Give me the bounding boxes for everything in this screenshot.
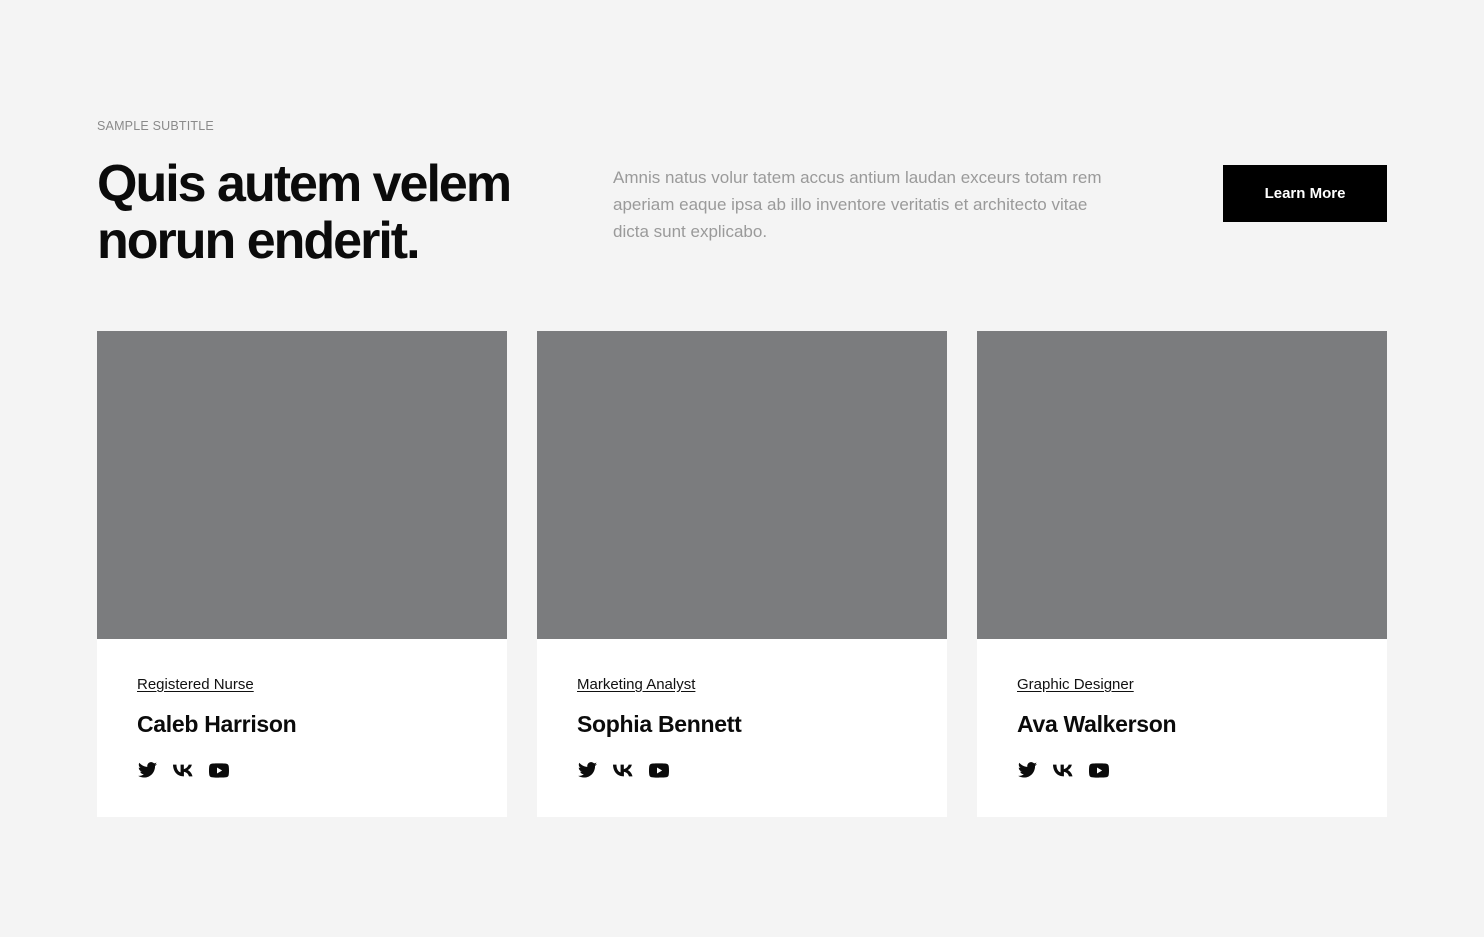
team-member-photo	[97, 331, 507, 639]
twitter-icon[interactable]	[137, 760, 157, 780]
youtube-icon[interactable]	[1089, 760, 1109, 780]
page-title-line-2: norun enderit.	[97, 212, 421, 270]
page-title: Quis autem velem norun enderit.	[97, 156, 577, 270]
team-member-photo	[537, 331, 947, 639]
social-links	[137, 760, 467, 780]
learn-more-button[interactable]: Learn More	[1223, 165, 1387, 222]
team-card-body: Registered Nurse Caleb Harrison	[97, 639, 507, 780]
vk-icon[interactable]	[1053, 760, 1073, 780]
team-member-photo	[977, 331, 1387, 639]
team-member-name: Sophia Bennett	[577, 711, 742, 737]
youtube-icon[interactable]	[209, 760, 229, 780]
team-member-name: Caleb Harrison	[137, 711, 297, 737]
social-links	[577, 760, 907, 780]
team-cards: Registered Nurse Caleb Harrison Marketin…	[97, 331, 1387, 817]
subtitle: SAMPLE SUBTITLE	[97, 119, 214, 133]
team-card: Marketing Analyst Sophia Bennett	[537, 331, 947, 817]
vk-icon[interactable]	[613, 760, 633, 780]
youtube-icon[interactable]	[649, 760, 669, 780]
team-member-role-link[interactable]: Graphic Designer	[1017, 676, 1134, 693]
team-member-role-link[interactable]: Registered Nurse	[137, 676, 254, 693]
team-member-name: Ava Walkerson	[1017, 711, 1177, 737]
social-links	[1017, 760, 1347, 780]
vk-icon[interactable]	[173, 760, 193, 780]
page-title-line-1: Quis autem velem	[97, 155, 512, 213]
twitter-icon[interactable]	[577, 760, 597, 780]
team-card: Graphic Designer Ava Walkerson	[977, 331, 1387, 817]
team-card-body: Graphic Designer Ava Walkerson	[977, 639, 1387, 780]
team-card: Registered Nurse Caleb Harrison	[97, 331, 507, 817]
team-card-body: Marketing Analyst Sophia Bennett	[537, 639, 947, 780]
intro-text: Amnis natus volur tatem accus antium lau…	[613, 168, 1102, 241]
team-member-role-link[interactable]: Marketing Analyst	[577, 676, 695, 693]
twitter-icon[interactable]	[1017, 760, 1037, 780]
